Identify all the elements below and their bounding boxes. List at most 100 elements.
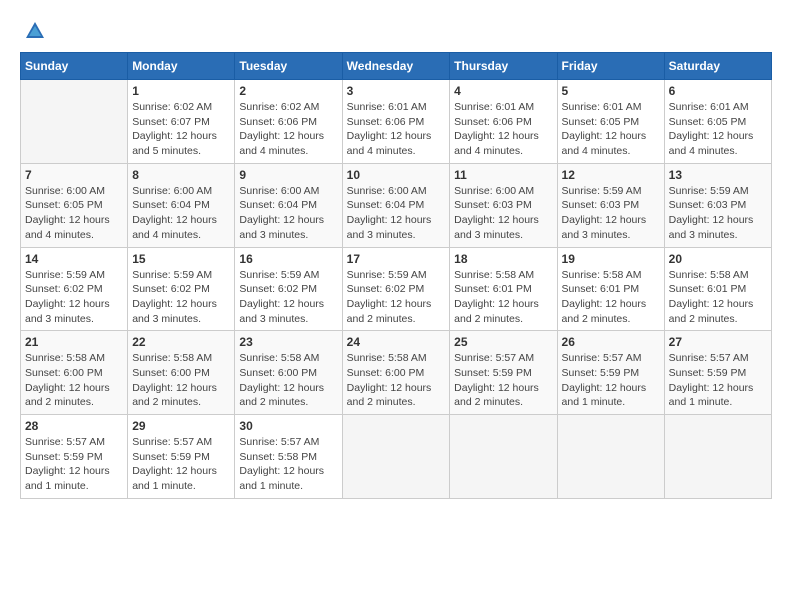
day-info: Sunrise: 5:58 AM Sunset: 6:01 PM Dayligh… [562,268,660,327]
day-header-tuesday: Tuesday [235,53,342,80]
day-info: Sunrise: 5:57 AM Sunset: 5:58 PM Dayligh… [239,435,337,494]
day-number: 29 [132,419,230,433]
calendar-cell: 15 Sunrise: 5:59 AM Sunset: 6:02 PM Dayli… [128,247,235,331]
day-info: Sunrise: 5:59 AM Sunset: 6:02 PM Dayligh… [132,268,230,327]
day-number: 15 [132,252,230,266]
calendar-cell: 24 Sunrise: 5:58 AM Sunset: 6:00 PM Dayli… [342,331,450,415]
day-info: Sunrise: 5:58 AM Sunset: 6:00 PM Dayligh… [347,351,446,410]
day-number: 25 [454,335,552,349]
day-header-thursday: Thursday [450,53,557,80]
day-number: 22 [132,335,230,349]
day-number: 12 [562,168,660,182]
day-number: 6 [669,84,767,98]
calendar-cell: 16 Sunrise: 5:59 AM Sunset: 6:02 PM Dayli… [235,247,342,331]
calendar-cell: 13Sunrise: 5:59 AM Sunset: 6:03 PM Dayli… [664,163,771,247]
calendar-cell: 28 Sunrise: 5:57 AM Sunset: 5:59 PM Dayli… [21,415,128,499]
day-info: Sunrise: 5:58 AM Sunset: 6:00 PM Dayligh… [132,351,230,410]
day-number: 3 [347,84,446,98]
calendar-cell: 25 Sunrise: 5:57 AM Sunset: 5:59 PM Dayli… [450,331,557,415]
day-number: 13 [669,168,767,182]
calendar-cell: 30 Sunrise: 5:57 AM Sunset: 5:58 PM Dayli… [235,415,342,499]
day-header-sunday: Sunday [21,53,128,80]
day-info: Sunrise: 5:58 AM Sunset: 6:00 PM Dayligh… [239,351,337,410]
calendar-cell: 9 Sunrise: 6:00 AM Sunset: 6:04 PM Daylig… [235,163,342,247]
calendar-cell: 22 Sunrise: 5:58 AM Sunset: 6:00 PM Dayli… [128,331,235,415]
calendar-cell [21,80,128,164]
calendar-header-row: SundayMondayTuesdayWednesdayThursdayFrid… [21,53,772,80]
day-info: Sunrise: 6:00 AM Sunset: 6:04 PM Dayligh… [239,184,337,243]
day-header-monday: Monday [128,53,235,80]
calendar-week-1: 1 Sunrise: 6:02 AM Sunset: 6:07 PM Daylig… [21,80,772,164]
day-number: 10 [347,168,446,182]
day-info: Sunrise: 5:57 AM Sunset: 5:59 PM Dayligh… [562,351,660,410]
day-number: 21 [25,335,123,349]
calendar-cell: 19Sunrise: 5:58 AM Sunset: 6:01 PM Dayli… [557,247,664,331]
day-number: 28 [25,419,123,433]
day-info: Sunrise: 6:01 AM Sunset: 6:06 PM Dayligh… [454,100,552,159]
calendar-cell: 7 Sunrise: 6:00 AM Sunset: 6:05 PM Daylig… [21,163,128,247]
calendar-cell: 12Sunrise: 5:59 AM Sunset: 6:03 PM Dayli… [557,163,664,247]
day-number: 1 [132,84,230,98]
day-info: Sunrise: 6:01 AM Sunset: 6:05 PM Dayligh… [562,100,660,159]
day-header-wednesday: Wednesday [342,53,450,80]
day-header-saturday: Saturday [664,53,771,80]
calendar-cell: 4 Sunrise: 6:01 AM Sunset: 6:06 PM Daylig… [450,80,557,164]
calendar-cell: 14 Sunrise: 5:59 AM Sunset: 6:02 PM Dayli… [21,247,128,331]
calendar: SundayMondayTuesdayWednesdayThursdayFrid… [20,52,772,499]
calendar-cell: 23 Sunrise: 5:58 AM Sunset: 6:00 PM Dayli… [235,331,342,415]
day-number: 24 [347,335,446,349]
day-number: 30 [239,419,337,433]
day-number: 9 [239,168,337,182]
day-number: 26 [562,335,660,349]
calendar-cell: 8 Sunrise: 6:00 AM Sunset: 6:04 PM Daylig… [128,163,235,247]
day-info: Sunrise: 5:57 AM Sunset: 5:59 PM Dayligh… [25,435,123,494]
day-info: Sunrise: 5:58 AM Sunset: 6:01 PM Dayligh… [454,268,552,327]
calendar-cell: 21Sunrise: 5:58 AM Sunset: 6:00 PM Dayli… [21,331,128,415]
day-number: 4 [454,84,552,98]
logo [20,20,46,42]
day-number: 18 [454,252,552,266]
day-info: Sunrise: 6:00 AM Sunset: 6:04 PM Dayligh… [347,184,446,243]
day-number: 16 [239,252,337,266]
calendar-cell: 1 Sunrise: 6:02 AM Sunset: 6:07 PM Daylig… [128,80,235,164]
day-header-friday: Friday [557,53,664,80]
day-number: 2 [239,84,337,98]
day-info: Sunrise: 5:59 AM Sunset: 6:02 PM Dayligh… [25,268,123,327]
day-number: 11 [454,168,552,182]
calendar-cell: 18 Sunrise: 5:58 AM Sunset: 6:01 PM Dayli… [450,247,557,331]
calendar-cell: 3 Sunrise: 6:01 AM Sunset: 6:06 PM Daylig… [342,80,450,164]
day-info: Sunrise: 5:59 AM Sunset: 6:02 PM Dayligh… [347,268,446,327]
calendar-cell: 27Sunrise: 5:57 AM Sunset: 5:59 PM Dayli… [664,331,771,415]
day-number: 14 [25,252,123,266]
day-number: 17 [347,252,446,266]
calendar-cell: 20Sunrise: 5:58 AM Sunset: 6:01 PM Dayli… [664,247,771,331]
day-number: 27 [669,335,767,349]
calendar-cell [342,415,450,499]
day-number: 8 [132,168,230,182]
day-info: Sunrise: 6:00 AM Sunset: 6:04 PM Dayligh… [132,184,230,243]
calendar-cell: 26 Sunrise: 5:57 AM Sunset: 5:59 PM Dayli… [557,331,664,415]
day-number: 5 [562,84,660,98]
calendar-cell [557,415,664,499]
calendar-week-4: 21 Sunrise: 5:58 AM Sunset: 6:00 PM Dayli… [21,331,772,415]
day-info: Sunrise: 6:01 AM Sunset: 6:05 PM Dayligh… [669,100,767,159]
calendar-cell: 2Sunrise: 6:02 AM Sunset: 6:06 PM Daylig… [235,80,342,164]
logo-icon [24,20,46,42]
calendar-week-3: 14 Sunrise: 5:59 AM Sunset: 6:02 PM Dayli… [21,247,772,331]
calendar-cell: 6 Sunrise: 6:01 AM Sunset: 6:05 PM Daylig… [664,80,771,164]
header [20,20,772,42]
calendar-cell: 10 Sunrise: 6:00 AM Sunset: 6:04 PM Dayli… [342,163,450,247]
calendar-cell: 29 Sunrise: 5:57 AM Sunset: 5:59 PM Dayli… [128,415,235,499]
day-info: Sunrise: 6:00 AM Sunset: 6:05 PM Dayligh… [25,184,123,243]
day-info: Sunrise: 5:59 AM Sunset: 6:02 PM Dayligh… [239,268,337,327]
day-number: 20 [669,252,767,266]
calendar-cell: 11Sunrise: 6:00 AM Sunset: 6:03 PM Dayli… [450,163,557,247]
day-info: Sunrise: 5:57 AM Sunset: 5:59 PM Dayligh… [132,435,230,494]
day-number: 23 [239,335,337,349]
calendar-week-5: 28 Sunrise: 5:57 AM Sunset: 5:59 PM Dayli… [21,415,772,499]
day-info: Sunrise: 5:57 AM Sunset: 5:59 PM Dayligh… [454,351,552,410]
day-info: Sunrise: 6:02 AM Sunset: 6:07 PM Dayligh… [132,100,230,159]
day-info: Sunrise: 6:01 AM Sunset: 6:06 PM Dayligh… [347,100,446,159]
day-number: 7 [25,168,123,182]
calendar-cell [664,415,771,499]
